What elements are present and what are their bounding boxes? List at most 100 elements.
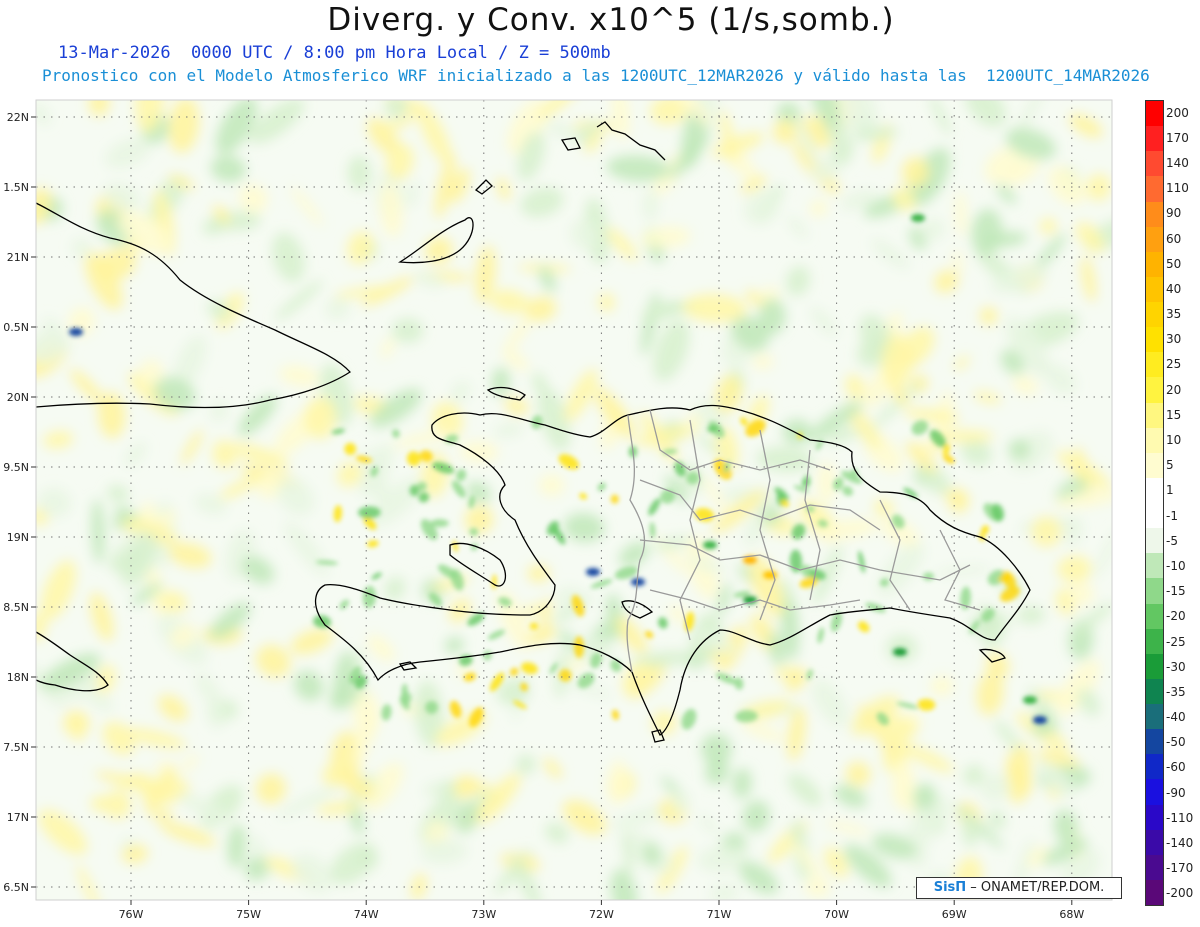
- lon-label: 69W: [942, 908, 967, 921]
- lat-label: 19N: [7, 531, 29, 544]
- colorbar-label: 140: [1166, 155, 1189, 170]
- lat-label: 7.5N: [3, 741, 29, 754]
- colorbar-segment: [1146, 126, 1163, 152]
- colorbar-segment: [1146, 377, 1163, 403]
- colorbar-segment: [1146, 729, 1163, 755]
- colorbar-segment: [1146, 804, 1163, 830]
- lat-label: 1.5N: [3, 181, 29, 194]
- colorbar-segment: [1146, 578, 1163, 604]
- colorbar-segment: [1146, 829, 1163, 855]
- colorbar-label: -30: [1166, 659, 1186, 674]
- colorbar-segment: [1146, 226, 1163, 252]
- colorbar-label: 170: [1166, 130, 1189, 145]
- colorbar-label: -5: [1166, 533, 1178, 548]
- colorbar-segment: [1146, 879, 1163, 905]
- colorbar-label: 90: [1166, 206, 1182, 221]
- colorbar-label: 10: [1166, 433, 1182, 448]
- colorbar-segment: [1146, 327, 1163, 353]
- shading-field: [36, 100, 1112, 900]
- colorbar-segment: [1146, 352, 1163, 378]
- colorbar-segment: [1146, 276, 1163, 302]
- colorbar-label: -90: [1166, 785, 1186, 800]
- colorbar-label: -10: [1166, 558, 1186, 573]
- shade-blob: [642, 189, 659, 221]
- lon-label: 74W: [354, 908, 379, 921]
- colorbar-segment: [1146, 628, 1163, 654]
- colorbar-segment: [1146, 854, 1163, 880]
- colorbar-label: 40: [1166, 281, 1182, 296]
- colorbar: [1145, 100, 1164, 906]
- colorbar-label: -1: [1166, 508, 1178, 523]
- colorbar-label: -200: [1166, 886, 1194, 901]
- colorbar-label: 15: [1166, 407, 1182, 422]
- colorbar-label: 110: [1166, 181, 1189, 196]
- shade-blob: [962, 811, 980, 847]
- colorbar-label: -170: [1166, 861, 1194, 876]
- convergence-core: [1023, 696, 1037, 704]
- colorbar-segment: [1146, 151, 1163, 177]
- convergence-core: [586, 568, 600, 576]
- colorbar-segment: [1146, 101, 1163, 127]
- shade-blob: [817, 461, 836, 504]
- colorbar-label: 1: [1166, 483, 1174, 498]
- lat-label: 18N: [7, 671, 29, 684]
- lon-label: 76W: [119, 908, 144, 921]
- colorbar-label: 200: [1166, 105, 1189, 120]
- colorbar-label: 25: [1166, 357, 1182, 372]
- colorbar-segment: [1146, 503, 1163, 529]
- colorbar-segment: [1146, 201, 1163, 227]
- colorbar-label: -25: [1166, 634, 1186, 649]
- colorbar-label: 60: [1166, 231, 1182, 246]
- convergence-core: [1033, 716, 1047, 724]
- credit-text: – ONAMET/REP.DOM.: [966, 880, 1105, 895]
- colorbar-label: 35: [1166, 307, 1182, 322]
- lon-label: 71W: [707, 908, 732, 921]
- lon-label: 73W: [471, 908, 496, 921]
- convergence-core: [893, 648, 907, 656]
- colorbar-segment: [1146, 754, 1163, 780]
- divergence-map: 22N 1.5N 21N 0.5N 20N 9.5N 19N 8.5N 18N 7.5N 17N 6.…: [3, 99, 1113, 921]
- colorbar-label: -140: [1166, 836, 1194, 851]
- lat-label: 22N: [7, 111, 29, 124]
- lat-label: 9.5N: [3, 461, 29, 474]
- colorbar-segment: [1146, 704, 1163, 730]
- lat-label: 21N: [7, 251, 29, 264]
- pi-logo-icon: SisΠ: [933, 880, 967, 895]
- colorbar-segment: [1146, 402, 1163, 428]
- lon-label: 70W: [824, 908, 849, 921]
- credit-box: SisΠ – ONAMET/REP.DOM.: [916, 877, 1122, 899]
- colorbar-segment: [1146, 176, 1163, 202]
- lat-label: 8.5N: [3, 601, 29, 614]
- convergence-core: [703, 541, 717, 549]
- colorbar-segment: [1146, 678, 1163, 704]
- colorbar-label: 30: [1166, 332, 1182, 347]
- colorbar-segment: [1146, 302, 1163, 328]
- lon-label: 68W: [1059, 908, 1084, 921]
- convergence-core: [69, 328, 83, 336]
- colorbar-label: 20: [1166, 382, 1182, 397]
- colorbar-segment: [1146, 251, 1163, 277]
- colorbar-segment: [1146, 779, 1163, 805]
- longitude-axis: 76W 75W 74W 73W 72W 71W 70W 69W 68W: [119, 900, 1084, 921]
- colorbar-label: 5: [1166, 458, 1174, 473]
- convergence-core: [911, 214, 925, 222]
- lat-label: 17N: [7, 811, 29, 824]
- colorbar-label: -15: [1166, 584, 1186, 599]
- shade-cell: [529, 622, 539, 630]
- colorbar-label: -60: [1166, 760, 1186, 775]
- colorbar-segment: [1146, 553, 1163, 579]
- lat-label: 0.5N: [3, 321, 29, 334]
- colorbar-label: -20: [1166, 609, 1186, 624]
- colorbar-label: -50: [1166, 735, 1186, 750]
- lat-label: 6.5N: [3, 881, 29, 894]
- lon-label: 72W: [589, 908, 614, 921]
- colorbar-segment: [1146, 477, 1163, 503]
- colorbar-segment: [1146, 528, 1163, 554]
- latitude-axis: 22N 1.5N 21N 0.5N 20N 9.5N 19N 8.5N 18N 7.5N 17N 6.…: [3, 111, 36, 894]
- lon-label: 75W: [236, 908, 261, 921]
- colorbar-segment: [1146, 452, 1163, 478]
- colorbar-segment: [1146, 653, 1163, 679]
- colorbar-label: -35: [1166, 684, 1186, 699]
- colorbar-label: 50: [1166, 256, 1182, 271]
- colorbar-labels: 200 170 140 110 90 60 50 40 35 30 25 20 15 10 5 1 -1 -5 -1…: [1166, 100, 1200, 906]
